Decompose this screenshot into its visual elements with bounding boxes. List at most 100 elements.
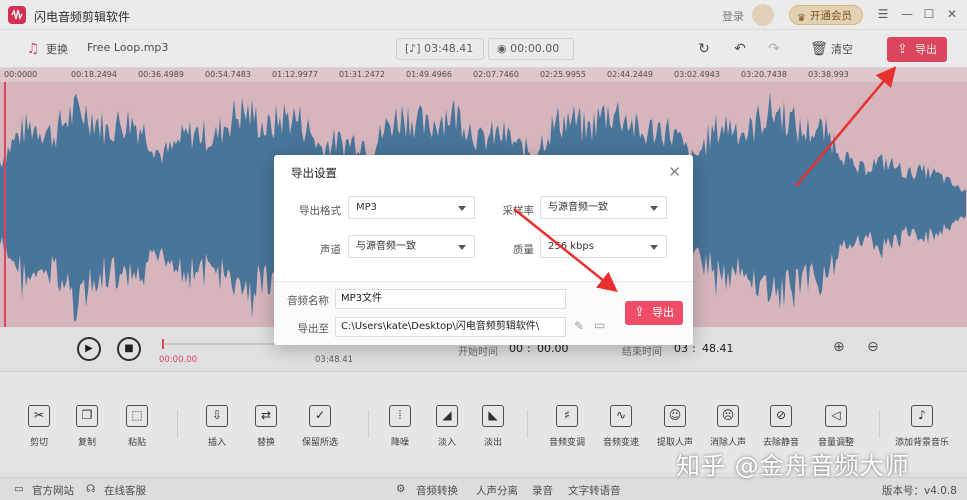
tool-label: 淡出 bbox=[483, 438, 502, 448]
tool-fade-out[interactable]: ◣ 淡出 bbox=[463, 405, 523, 448]
tool-remove-silence[interactable]: ⊘ 去除静音 bbox=[751, 405, 811, 448]
clear-button[interactable]: 清空 bbox=[831, 41, 853, 57]
watermark: 知乎 @金舟音频大师 bbox=[676, 452, 910, 480]
refresh-icon[interactable]: ↻ bbox=[695, 40, 713, 58]
timeline-tick: 00:18.2494 bbox=[71, 70, 117, 79]
end-sec[interactable]: 48.41 bbox=[702, 342, 734, 355]
minimize-icon[interactable]: — bbox=[899, 6, 915, 22]
tts-link[interactable]: 文字转语音 bbox=[568, 483, 621, 498]
keep-selection-icon: ✓ bbox=[309, 405, 331, 427]
timeline-tick: 00:0000 bbox=[4, 70, 38, 79]
play-button[interactable]: ▶ bbox=[77, 337, 101, 361]
export-path-label: 导出至 bbox=[297, 323, 330, 335]
timeline-tick: 02:44.2449 bbox=[607, 70, 653, 79]
headset-icon: ☊ bbox=[86, 483, 96, 495]
version-label: 版本号：v4.0.8 bbox=[882, 485, 957, 497]
timeline-tick: 02:07.7460 bbox=[473, 70, 519, 79]
timeline-tick: 02:25.9955 bbox=[540, 70, 586, 79]
app-logo-icon bbox=[8, 6, 26, 24]
timeline-tick: 03:02.4943 bbox=[674, 70, 720, 79]
format-select[interactable]: MP3 bbox=[348, 196, 475, 219]
edit-icon[interactable]: ✎ bbox=[574, 319, 584, 333]
tool-speed[interactable]: ∿ 音频变速 bbox=[591, 405, 651, 448]
dialog-export-label: 导出 bbox=[652, 306, 674, 319]
channel-label: 声道 bbox=[320, 244, 341, 256]
undo-icon[interactable]: ↶ bbox=[731, 40, 749, 58]
avatar[interactable] bbox=[752, 4, 774, 26]
stop-button[interactable]: ■ bbox=[117, 337, 141, 361]
tool-extract-voice[interactable]: ☺ 提取人声 bbox=[645, 405, 705, 448]
upload-icon: ⇪ bbox=[897, 42, 908, 57]
remove-voice-icon: ☹ bbox=[717, 405, 739, 427]
login-link[interactable]: 登录 bbox=[722, 8, 744, 24]
chevron-down-icon bbox=[650, 245, 658, 250]
tool-keep-selection[interactable]: ✓ 保留所选 bbox=[290, 405, 350, 448]
close-icon[interactable]: ✕ bbox=[944, 6, 960, 22]
denoise-icon: ⦙ bbox=[389, 405, 411, 427]
pitch-icon: ♯ bbox=[556, 405, 578, 427]
replace-icon: ⇄ bbox=[255, 405, 277, 427]
audio-name-input[interactable]: MP3文件 bbox=[335, 289, 566, 309]
timeline-tick: 03:38.993 bbox=[808, 70, 849, 79]
paste-icon: ⬚ bbox=[126, 405, 148, 427]
tool-replace[interactable]: ⇄ 替换 bbox=[236, 405, 296, 448]
replace-button[interactable]: 更换 bbox=[46, 41, 68, 57]
zoom-in-icon[interactable]: ⊕ bbox=[833, 339, 845, 355]
convert-icon: ⚙ bbox=[396, 483, 406, 495]
tool-label: 替换 bbox=[256, 438, 275, 448]
tool-separator bbox=[368, 410, 369, 438]
tool-remove-voice[interactable]: ☹ 消除人声 bbox=[698, 405, 758, 448]
tool-separator bbox=[879, 410, 880, 438]
file-toolbar: ♫ 更换 Free Loop.mp3 [♪] 03:48.41 ◉ 00:00.… bbox=[0, 30, 967, 68]
selection-value: 00:00.00 bbox=[510, 42, 560, 55]
format-label: 导出格式 bbox=[299, 205, 341, 217]
maximize-icon[interactable]: ☐ bbox=[921, 6, 937, 22]
dialog-close-icon[interactable]: ✕ bbox=[668, 163, 681, 181]
end-time-label: 结束时间 bbox=[622, 347, 662, 358]
zoom-out-icon[interactable]: ⊖ bbox=[867, 339, 879, 355]
tool-bg-music[interactable]: ♪ 添加背景音乐 bbox=[892, 405, 952, 448]
timeline-tick: 00:54.7483 bbox=[205, 70, 251, 79]
selection-box: ◉ 00:00.00 bbox=[488, 38, 574, 60]
quality-select[interactable]: 256 kbps bbox=[540, 235, 667, 258]
timeline-tick: 01:31.2472 bbox=[339, 70, 385, 79]
extract-voice-icon: ☺ bbox=[664, 405, 686, 427]
progress-handle[interactable] bbox=[162, 339, 164, 349]
website-link[interactable]: 官方网站 bbox=[32, 483, 74, 498]
current-time: 00:00.00 bbox=[159, 355, 198, 365]
timeline-ruler[interactable]: 00:0000 00:18.2494 00:36.4989 00:54.7483 01:… bbox=[0, 68, 967, 82]
format-value: MP3 bbox=[356, 202, 378, 213]
total-time: 03:48.41 bbox=[315, 355, 354, 365]
timeline-tick: 01:49.4966 bbox=[406, 70, 452, 79]
insert-icon: ⇩ bbox=[206, 405, 228, 427]
export-dialog: 导出设置 ✕ 导出格式 MP3 采样率 与源音频一致 声道 与源音频一致 质量 … bbox=[274, 155, 693, 345]
tool-label: 保留所选 bbox=[301, 438, 338, 448]
record-link[interactable]: 录音 bbox=[532, 483, 553, 498]
chevron-down-icon bbox=[650, 206, 658, 211]
tool-paste[interactable]: ⬚ 粘贴 bbox=[107, 405, 167, 448]
support-link[interactable]: 在线客服 bbox=[104, 483, 146, 498]
samplerate-select[interactable]: 与源音频一致 bbox=[540, 196, 667, 219]
tool-volume[interactable]: ◁ 音量调整 bbox=[806, 405, 866, 448]
redo-icon[interactable]: ↷ bbox=[765, 40, 783, 58]
fade-in-icon: ◢ bbox=[436, 405, 458, 427]
audio-convert-link[interactable]: 音频转换 bbox=[416, 483, 458, 498]
menu-icon[interactable]: ☰ bbox=[875, 6, 891, 22]
trash-icon[interactable]: 🗑 bbox=[810, 40, 828, 58]
vip-button-label: 开通会员 bbox=[810, 10, 852, 22]
channel-select[interactable]: 与源音频一致 bbox=[348, 235, 475, 258]
tool-pitch[interactable]: ♯ 音频变调 bbox=[537, 405, 597, 448]
dialog-export-button[interactable]: ⇪ 导出 bbox=[625, 301, 683, 325]
quality-value: 256 kbps bbox=[548, 241, 594, 252]
quality-label: 质量 bbox=[513, 244, 534, 256]
export-top-label: 导出 bbox=[915, 43, 937, 56]
export-top-button[interactable]: ⇪ 导出 bbox=[887, 37, 947, 62]
voice-separate-link[interactable]: 人声分离 bbox=[476, 483, 518, 498]
title-bar: 闪电音频剪辑软件 登录 ♛ 开通会员 ☰ — ☐ ✕ bbox=[0, 0, 967, 30]
timeline-tick: 01:12.9977 bbox=[272, 70, 318, 79]
playhead[interactable] bbox=[4, 82, 6, 327]
vip-button[interactable]: ♛ 开通会员 bbox=[789, 5, 863, 25]
folder-icon[interactable]: ▭ bbox=[594, 318, 605, 332]
export-path-input[interactable]: C:\Users\kate\Desktop\闪电音频剪辑软件\ bbox=[335, 317, 566, 337]
timeline-tick: 03:20.7438 bbox=[741, 70, 787, 79]
